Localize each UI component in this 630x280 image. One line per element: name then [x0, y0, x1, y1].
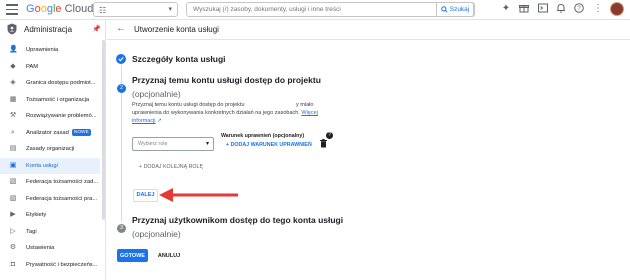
add-another-role-button[interactable]: + DODAJ KOLEJNĄ ROLĘ — [139, 164, 203, 170]
sidebar-item[interactable]: ▤ Zasady organizacji — [0, 141, 100, 157]
role-select[interactable]: Wybierz rolę ▾ — [132, 137, 214, 151]
top-bar: Google Cloud ☷ ▾ Szukaj ✦ ? ⋮ — [0, 0, 630, 20]
step3-title[interactable]: Przyznaj użytkownikom dostęp do tego kon… — [132, 215, 343, 225]
cloud-shell-icon[interactable] — [537, 3, 549, 15]
chevron-down-icon: ▾ — [168, 6, 172, 13]
avatar[interactable] — [610, 2, 624, 16]
sidebar-scrollbar[interactable] — [102, 40, 105, 220]
tags-icon: ▷ — [10, 227, 16, 235]
sidebar-title: Administracja — [24, 25, 73, 34]
sidebar-item[interactable]: ◈ Granica dostępu podmiot... — [0, 75, 100, 91]
sidebar-item-label: PAM — [26, 63, 39, 70]
search-icon — [440, 6, 448, 13]
service-account-icon: ▣ — [9, 161, 17, 169]
step3-optional: (opcjonalnie) — [132, 229, 181, 239]
sidebar-item[interactable]: ▧ Federacja tożsamości pra... — [0, 191, 100, 207]
back-arrow-icon[interactable]: ← — [116, 23, 126, 34]
gemini-icon[interactable]: ✦ — [500, 3, 512, 15]
magnify-icon: ⌕ — [11, 128, 15, 136]
search-bar: Szukaj — [186, 2, 475, 17]
step-complete-check-icon — [116, 54, 126, 64]
sidebar-item-label: Granica dostępu podmiot... — [26, 80, 96, 86]
page-header: ← Utworzenie konta usługi — [107, 20, 630, 40]
add-condition-button[interactable]: + DODAJ WARUNEK UPRAWNIEŃ — [226, 142, 312, 148]
sidebar-item-label: Rozwiązywanie problemó... — [26, 113, 97, 119]
sidebar-item-label: Ustawienia — [26, 245, 55, 251]
sidebar-item-label: Zasady organizacji — [26, 146, 75, 152]
doc-icon: ▤ — [9, 145, 17, 152]
sidebar-item-label: Etykiety — [26, 212, 47, 218]
sidebar-item-label: Prywatność i bezpieczeńs... — [26, 261, 98, 268]
help-icon[interactable]: ? — [326, 132, 333, 139]
shield-key-icon: ◆ — [10, 62, 16, 70]
step2-optional: (opcjonalnie) — [132, 89, 181, 99]
stepper-line — [121, 94, 122, 222]
tag-icon: ▶ — [10, 211, 16, 218]
next-button[interactable]: DALEJ — [133, 189, 158, 202]
shield-icon: ◈ — [10, 79, 16, 86]
step3-number: 3 — [117, 224, 126, 233]
search-input[interactable] — [187, 3, 437, 16]
delete-icon[interactable] — [320, 139, 327, 148]
svg-text:?: ? — [577, 6, 581, 12]
lock-icon: ◘ — [10, 260, 16, 268]
step2-description: Przyznaj temu kontu usługi dostęp do pro… — [132, 101, 324, 125]
project-picker[interactable]: ☷ ▾ — [93, 2, 178, 17]
person-add-icon: 👤 — [9, 46, 18, 53]
step2-title: Przyznaj temu kontu usługi dostęp do pro… — [132, 75, 321, 85]
condition-label: Warunek uprawnień (opcjonalny) — [221, 133, 305, 139]
federation-icon: ▧ — [9, 194, 17, 202]
sidebar-item[interactable]: ▧ Federacja tożsamości zad... — [0, 174, 100, 190]
sidebar-item-label: Analizator zasad NOWE — [26, 128, 91, 137]
project-tree-icon: ☷ — [99, 6, 107, 15]
sidebar-item[interactable]: ⚒ Rozwiązywanie problemó... — [0, 108, 100, 124]
stepper-line — [121, 65, 122, 83]
role-select-placeholder: Wybierz rolę — [138, 141, 168, 147]
wrench-icon: ⚒ — [9, 112, 17, 119]
sidebar-item[interactable]: ▷ Tagi — [0, 224, 100, 240]
page-title: Utworzenie konta usługi — [134, 25, 219, 34]
search-button[interactable]: Szukaj — [436, 2, 474, 17]
shield-icon — [7, 23, 17, 35]
sidebar-item[interactable]: ◆ PAM — [0, 59, 100, 75]
sidebar-item[interactable]: ◘ Prywatność i bezpieczeńs... — [0, 257, 100, 273]
search-button-label: Szukaj — [449, 6, 470, 13]
red-arrow-annotation-icon — [159, 188, 238, 202]
redacted-project-name — [246, 101, 297, 106]
sidebar-item-label: Uprawnienia — [26, 47, 59, 53]
more-vert-icon[interactable]: ⋮ — [592, 3, 604, 15]
step2-number: 2 — [117, 84, 126, 93]
sidebar-item-label: Tożsamość i organizacja — [26, 96, 90, 103]
sidebar-item-label: Federacja tożsamości zad... — [26, 179, 99, 185]
done-button[interactable]: GOTOWE — [117, 249, 148, 262]
sidebar-item-label: Federacja tożsamości pra... — [26, 195, 98, 202]
cancel-button[interactable]: ANULUJ — [154, 249, 184, 262]
pin-icon[interactable]: 📌 — [92, 25, 101, 33]
sidebar-header: Administracja 📌 — [0, 20, 105, 40]
help-icon[interactable]: ? — [573, 3, 585, 15]
sidebar-item[interactable]: ⚙ Ustawienia — [0, 240, 100, 256]
sidebar-item[interactable]: 👤 Uprawnienia — [0, 42, 100, 58]
gift-icon[interactable] — [518, 3, 530, 15]
org-icon: ▦ — [9, 95, 17, 103]
chevron-down-icon: ▾ — [205, 141, 209, 147]
sidebar-item[interactable]: ▦ Tożsamość i organizacja — [0, 92, 100, 108]
sidebar-item[interactable]: ▣ Konta usługi — [0, 157, 100, 174]
external-link-icon: ↗ — [157, 118, 162, 124]
gear-icon: ⚙ — [9, 244, 17, 251]
sidebar-item[interactable]: ⌕ Analizator zasad NOWE — [0, 125, 100, 141]
sidebar-item-label: Tagi — [26, 228, 37, 235]
new-badge: NOWE — [71, 128, 91, 136]
step2-description-text-a: Przyznaj temu kontu usługi dostęp do pro… — [132, 102, 245, 108]
step1-title[interactable]: Szczegóły konta usługi — [132, 54, 226, 64]
hamburger-menu-icon[interactable] — [6, 4, 18, 15]
sidebar-item-label: Konta usługi — [26, 162, 58, 169]
google-cloud-logo[interactable]: Google Cloud — [26, 3, 93, 15]
notifications-icon[interactable] — [555, 3, 567, 15]
federation-icon: ▧ — [9, 178, 17, 185]
sidebar-item[interactable]: ▶ Etykiety — [0, 207, 100, 223]
